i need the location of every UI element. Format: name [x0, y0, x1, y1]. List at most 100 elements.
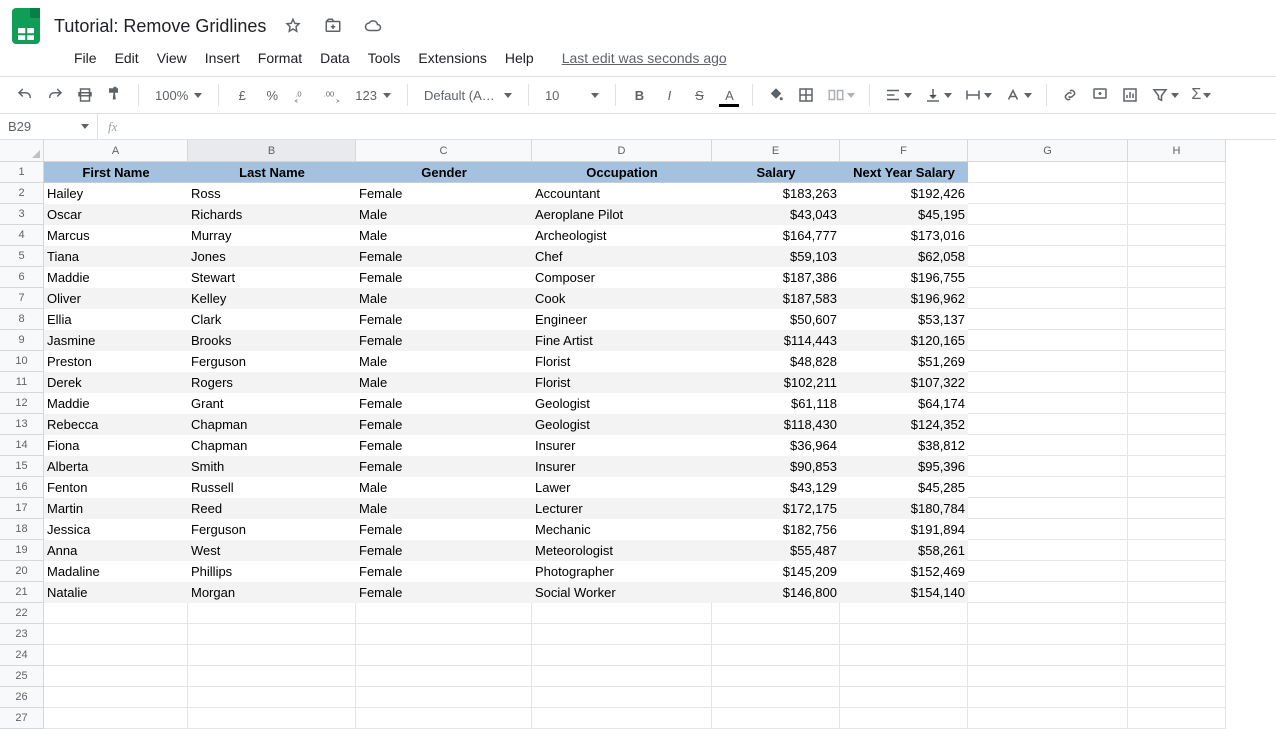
cell[interactable]: Female: [356, 456, 532, 477]
cell[interactable]: $102,211: [712, 372, 840, 393]
cell[interactable]: [968, 519, 1128, 540]
cell[interactable]: $187,583: [712, 288, 840, 309]
menu-edit[interactable]: Edit: [107, 46, 147, 70]
row-header[interactable]: 21: [0, 582, 44, 603]
cell[interactable]: $183,263: [712, 183, 840, 204]
row-header[interactable]: 20: [0, 561, 44, 582]
cell[interactable]: [968, 540, 1128, 561]
insert-link-button[interactable]: [1057, 82, 1083, 108]
cell[interactable]: [1128, 540, 1226, 561]
cell[interactable]: $191,894: [840, 519, 968, 540]
select-all-corner[interactable]: [0, 140, 44, 162]
cell[interactable]: Female: [356, 183, 532, 204]
cell[interactable]: Mechanic: [532, 519, 712, 540]
cell[interactable]: [1128, 246, 1226, 267]
menu-file[interactable]: File: [66, 46, 105, 70]
cell[interactable]: [1128, 624, 1226, 645]
row-header[interactable]: 2: [0, 183, 44, 204]
row-header[interactable]: 18: [0, 519, 44, 540]
cell[interactable]: $48,828: [712, 351, 840, 372]
star-icon[interactable]: [280, 13, 306, 39]
cell[interactable]: Phillips: [188, 561, 356, 582]
cell[interactable]: Florist: [532, 372, 712, 393]
cell[interactable]: $64,174: [840, 393, 968, 414]
cell[interactable]: $114,443: [712, 330, 840, 351]
cell[interactable]: Jones: [188, 246, 356, 267]
merge-cells-button[interactable]: [823, 82, 859, 108]
row-header[interactable]: 8: [0, 309, 44, 330]
cell[interactable]: Aeroplane Pilot: [532, 204, 712, 225]
cell[interactable]: Marcus: [44, 225, 188, 246]
cell[interactable]: [1128, 645, 1226, 666]
cell[interactable]: [840, 645, 968, 666]
redo-button[interactable]: [42, 82, 68, 108]
cell[interactable]: [356, 645, 532, 666]
cell[interactable]: First Name: [44, 162, 188, 183]
paint-format-button[interactable]: [102, 82, 128, 108]
cell[interactable]: [968, 162, 1128, 183]
cell[interactable]: [532, 645, 712, 666]
cell[interactable]: [712, 666, 840, 687]
cell[interactable]: [968, 561, 1128, 582]
menu-format[interactable]: Format: [250, 46, 310, 70]
cell[interactable]: [968, 246, 1128, 267]
cell[interactable]: $180,784: [840, 498, 968, 519]
cell[interactable]: Fine Artist: [532, 330, 712, 351]
cell[interactable]: [188, 603, 356, 624]
row-header[interactable]: 26: [0, 687, 44, 708]
undo-button[interactable]: [12, 82, 38, 108]
row-header[interactable]: 1: [0, 162, 44, 183]
cell[interactable]: Lecturer: [532, 498, 712, 519]
menu-data[interactable]: Data: [312, 46, 358, 70]
cell[interactable]: [840, 708, 968, 729]
font-size-select[interactable]: 10: [539, 82, 605, 108]
row-header[interactable]: 12: [0, 393, 44, 414]
cell[interactable]: Female: [356, 393, 532, 414]
cell[interactable]: $152,469: [840, 561, 968, 582]
column-header-E[interactable]: E: [712, 140, 840, 162]
cell[interactable]: [968, 582, 1128, 603]
cell[interactable]: Insurer: [532, 435, 712, 456]
cell[interactable]: [968, 225, 1128, 246]
cell[interactable]: [968, 456, 1128, 477]
cell[interactable]: Female: [356, 435, 532, 456]
cell[interactable]: [1128, 666, 1226, 687]
menu-extensions[interactable]: Extensions: [410, 46, 494, 70]
cell[interactable]: [1128, 372, 1226, 393]
cell[interactable]: Female: [356, 414, 532, 435]
cell[interactable]: Ferguson: [188, 519, 356, 540]
row-header[interactable]: 4: [0, 225, 44, 246]
cell[interactable]: [1128, 288, 1226, 309]
cell[interactable]: [840, 603, 968, 624]
zoom-select[interactable]: 100%: [149, 82, 208, 108]
cell[interactable]: [712, 603, 840, 624]
cell[interactable]: $38,812: [840, 435, 968, 456]
cell[interactable]: [1128, 351, 1226, 372]
document-title[interactable]: Tutorial: Remove Gridlines: [50, 16, 270, 37]
cell[interactable]: Photographer: [532, 561, 712, 582]
fill-color-button[interactable]: [763, 82, 789, 108]
cell[interactable]: $196,755: [840, 267, 968, 288]
cell[interactable]: [44, 624, 188, 645]
cell[interactable]: [968, 372, 1128, 393]
cell[interactable]: [968, 414, 1128, 435]
format-currency-button[interactable]: £: [229, 82, 255, 108]
cell[interactable]: Chef: [532, 246, 712, 267]
cell[interactable]: [1128, 330, 1226, 351]
cell[interactable]: [968, 267, 1128, 288]
cell[interactable]: Female: [356, 309, 532, 330]
cell[interactable]: $45,285: [840, 477, 968, 498]
cell[interactable]: Derek: [44, 372, 188, 393]
cell[interactable]: [1128, 225, 1226, 246]
cell[interactable]: [712, 645, 840, 666]
cell[interactable]: $173,016: [840, 225, 968, 246]
cell[interactable]: [1128, 414, 1226, 435]
cell[interactable]: $182,756: [712, 519, 840, 540]
cell[interactable]: Smith: [188, 456, 356, 477]
column-header-B[interactable]: B: [188, 140, 356, 162]
cell[interactable]: $154,140: [840, 582, 968, 603]
cell[interactable]: Madaline: [44, 561, 188, 582]
cell[interactable]: [356, 624, 532, 645]
cell[interactable]: Male: [356, 372, 532, 393]
cell[interactable]: Male: [356, 204, 532, 225]
